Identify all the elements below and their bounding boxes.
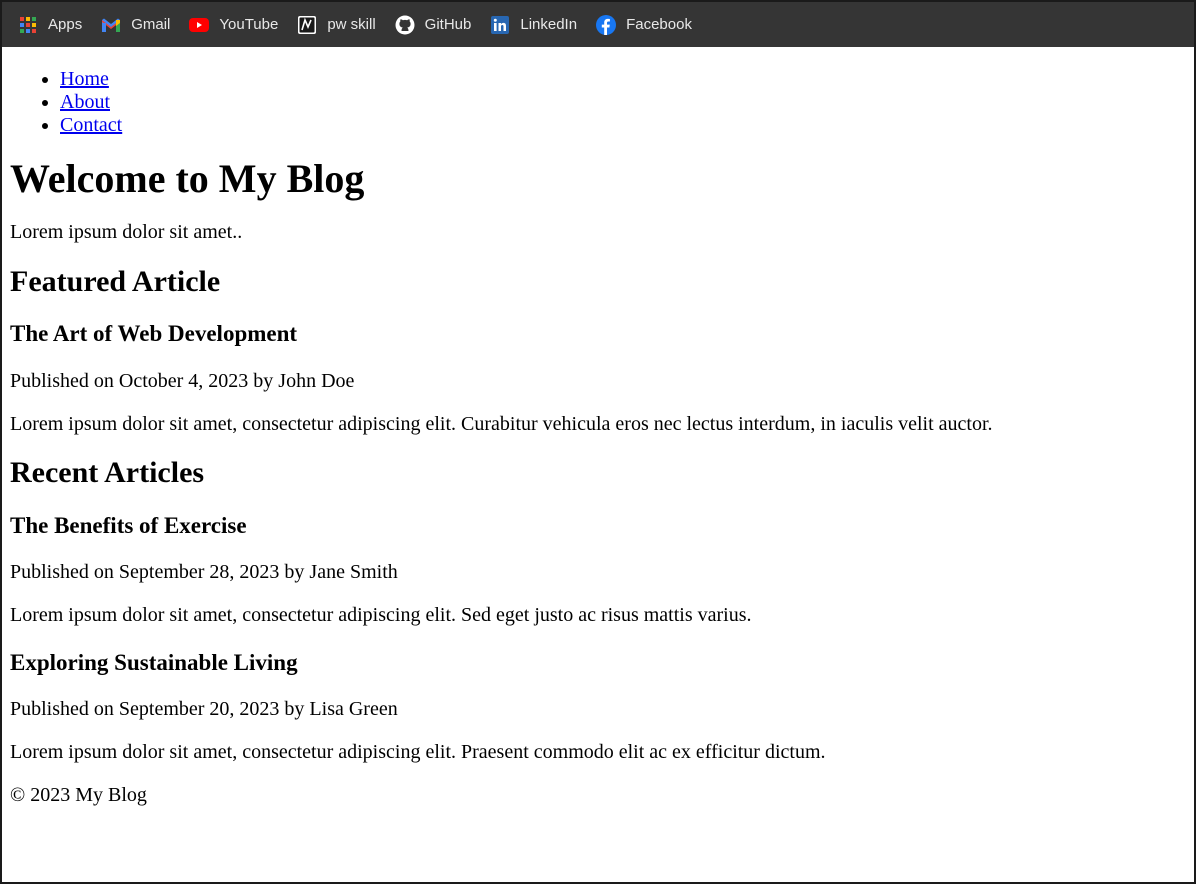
facebook-icon	[596, 14, 617, 35]
bookmark-label: Facebook	[626, 16, 692, 33]
nav-item-contact: Contact	[60, 114, 1186, 137]
bookmark-youtube[interactable]: YouTube	[189, 15, 278, 35]
nav-item-about: About	[60, 91, 1186, 114]
recent-article-meta: Published on September 28, 2023 by Jane …	[10, 561, 398, 583]
apps-grid-icon	[18, 15, 38, 35]
github-icon	[395, 15, 415, 35]
recent-heading: Recent Articles	[10, 456, 205, 489]
recent-article-title: The Benefits of Exercise	[10, 513, 247, 538]
bookmark-github[interactable]: GitHub	[395, 15, 472, 35]
bookmark-pw-skill[interactable]: pw skill	[297, 15, 376, 35]
recent-article-body: Lorem ipsum dolor sit amet, consectetur …	[10, 604, 752, 626]
nav-link-home[interactable]: Home	[60, 68, 109, 90]
bookmark-label: Gmail	[131, 16, 171, 33]
footer-text: © 2023 My Blog	[10, 784, 147, 806]
page-content: Home About Contact Welcome to My Blog Lo…	[2, 68, 1194, 807]
nav-link-contact[interactable]: Contact	[60, 114, 122, 136]
bookmark-label: GitHub	[424, 16, 472, 33]
bookmark-label: YouTube	[219, 16, 279, 33]
recent-article-title: Exploring Sustainable Living	[10, 650, 298, 675]
featured-article-meta: Published on October 4, 2023 by John Doe	[10, 370, 355, 392]
youtube-icon	[189, 15, 210, 35]
bookmark-facebook[interactable]: Facebook	[596, 14, 692, 35]
pw-skill-icon	[297, 15, 317, 35]
bookmark-apps[interactable]: Apps	[18, 15, 82, 35]
bookmark-linkedin[interactable]: LinkedIn	[490, 15, 577, 35]
featured-heading: Featured Article	[10, 265, 221, 298]
intro-text: Lorem ipsum dolor sit amet..	[10, 221, 243, 243]
bookmark-label: LinkedIn	[520, 16, 578, 33]
featured-article-body: Lorem ipsum dolor sit amet, consectetur …	[10, 413, 993, 435]
bookmark-label: Apps	[48, 16, 83, 33]
featured-article-title: The Art of Web Development	[10, 321, 298, 346]
browser-viewport: Apps Gmail YouTube pw skill GitHub Linke…	[0, 0, 1196, 884]
bookmarks-bar: Apps Gmail YouTube pw skill GitHub Linke…	[2, 2, 1194, 47]
page-title: Welcome to My Blog	[10, 156, 365, 201]
bookmark-label: pw skill	[327, 16, 376, 33]
nav-link-about[interactable]: About	[60, 91, 110, 113]
linkedin-icon	[490, 15, 510, 35]
site-nav: Home About Contact	[10, 68, 1186, 137]
bookmark-gmail[interactable]: Gmail	[101, 15, 170, 35]
recent-article-body: Lorem ipsum dolor sit amet, consectetur …	[10, 741, 826, 763]
gmail-icon	[101, 15, 121, 35]
nav-item-home: Home	[60, 68, 1186, 91]
recent-article-meta: Published on September 20, 2023 by Lisa …	[10, 698, 398, 720]
